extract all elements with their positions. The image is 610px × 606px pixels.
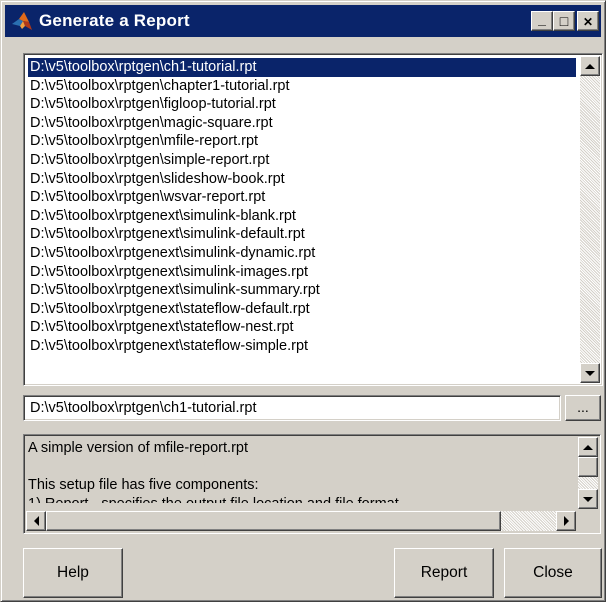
arrow-up-icon bbox=[585, 63, 595, 69]
list-item[interactable]: D:\v5\toolbox\rptgen\magic-square.rpt bbox=[28, 114, 576, 133]
list-item[interactable]: D:\v5\toolbox\rptgenext\simulink-blank.r… bbox=[28, 207, 576, 226]
list-item[interactable]: D:\v5\toolbox\rptgenext\stateflow-simple… bbox=[28, 337, 576, 356]
maximize-button[interactable]: □ bbox=[553, 11, 575, 31]
close-icon: ✕ bbox=[582, 15, 594, 29]
list-item[interactable]: D:\v5\toolbox\rptgen\wsvar-report.rpt bbox=[28, 188, 576, 207]
desc-horizontal-thumb[interactable] bbox=[46, 511, 501, 531]
list-vertical-scrollbar[interactable] bbox=[580, 56, 600, 383]
description-vertical-scrollbar[interactable] bbox=[578, 437, 598, 509]
desc-scroll-left-button[interactable] bbox=[26, 511, 46, 531]
close-window-button[interactable]: ✕ bbox=[577, 11, 599, 31]
desc-scroll-thumb[interactable] bbox=[578, 457, 598, 477]
desc-scroll-right-button[interactable] bbox=[556, 511, 576, 531]
help-button[interactable]: Help bbox=[23, 548, 123, 598]
list-item[interactable]: D:\v5\toolbox\rptgen\ch1-tutorial.rpt bbox=[28, 58, 576, 77]
maximize-icon: □ bbox=[559, 13, 569, 29]
list-item[interactable]: D:\v5\toolbox\rptgen\simple-report.rpt bbox=[28, 151, 576, 170]
list-item[interactable]: D:\v5\toolbox\rptgen\figloop-tutorial.rp… bbox=[28, 95, 576, 114]
matlab-logo-icon bbox=[12, 12, 32, 30]
list-scroll-up-button[interactable] bbox=[580, 56, 600, 76]
minimize-icon: _ bbox=[538, 11, 546, 27]
desc-scroll-down-button[interactable] bbox=[578, 489, 598, 509]
report-button[interactable]: Report bbox=[394, 548, 494, 598]
title-bar[interactable]: Generate a Report _ □ ✕ bbox=[5, 5, 601, 37]
arrow-down-icon bbox=[585, 370, 595, 376]
list-item[interactable]: D:\v5\toolbox\rptgenext\stateflow-defaul… bbox=[28, 300, 576, 319]
desc-scroll-up-button[interactable] bbox=[578, 437, 598, 457]
list-item[interactable]: D:\v5\toolbox\rptgen\slideshow-book.rpt bbox=[28, 170, 576, 189]
list-item[interactable]: D:\v5\toolbox\rptgenext\simulink-default… bbox=[28, 225, 576, 244]
list-item[interactable]: D:\v5\toolbox\rptgenext\simulink-dynamic… bbox=[28, 244, 576, 263]
description-box: A simple version of mfile-report.rpt Thi… bbox=[23, 434, 601, 534]
generate-report-window: Generate a Report _ □ ✕ D:\v5\toolbox\rp… bbox=[0, 0, 606, 602]
browse-button[interactable]: ... bbox=[565, 395, 601, 421]
report-file-items: D:\v5\toolbox\rptgen\ch1-tutorial.rpt D:\… bbox=[28, 58, 576, 356]
list-scroll-down-button[interactable] bbox=[580, 363, 600, 383]
list-item[interactable]: D:\v5\toolbox\rptgenext\simulink-summary… bbox=[28, 281, 576, 300]
arrow-up-icon bbox=[583, 444, 593, 450]
minimize-button[interactable]: _ bbox=[531, 11, 553, 31]
close-button[interactable]: Close bbox=[504, 548, 602, 598]
report-path-field[interactable]: D:\v5\toolbox\rptgen\ch1-tutorial.rpt bbox=[23, 395, 561, 421]
report-file-list[interactable]: D:\v5\toolbox\rptgen\ch1-tutorial.rpt D:\… bbox=[23, 53, 603, 386]
arrow-right-icon bbox=[563, 516, 569, 526]
arrow-left-icon bbox=[33, 516, 39, 526]
description-text: A simple version of mfile-report.rpt Thi… bbox=[28, 440, 399, 503]
list-item[interactable]: D:\v5\toolbox\rptgenext\stateflow-nest.r… bbox=[28, 318, 576, 337]
arrow-down-icon bbox=[583, 496, 593, 502]
description-horizontal-scrollbar[interactable] bbox=[26, 511, 576, 531]
list-item[interactable]: D:\v5\toolbox\rptgenext\simulink-images.… bbox=[28, 263, 576, 282]
list-item[interactable]: D:\v5\toolbox\rptgen\chapter1-tutorial.r… bbox=[28, 77, 576, 96]
list-item[interactable]: D:\v5\toolbox\rptgen\mfile-report.rpt bbox=[28, 132, 576, 151]
window-title: Generate a Report bbox=[39, 11, 190, 30]
